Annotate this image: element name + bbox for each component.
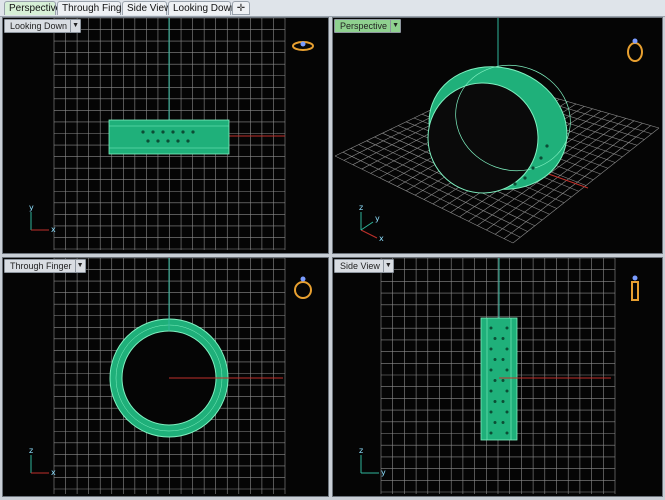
- plus-icon: ✛: [236, 3, 246, 14]
- axis-label-horizontal: x: [51, 225, 56, 234]
- chevron-down-icon[interactable]: ▼: [382, 260, 393, 272]
- through-finger-scene: z x: [29, 258, 312, 494]
- perspective-scene: z y x: [334, 18, 660, 244]
- add-tab-button[interactable]: ✛: [232, 1, 250, 15]
- axis-label-vertical: z: [359, 446, 363, 455]
- chevron-down-icon[interactable]: ▼: [74, 260, 85, 272]
- axis-label-vertical: y: [29, 203, 34, 212]
- viewport-label-text: Perspective: [340, 21, 388, 31]
- ring-top-view-icon: [292, 41, 314, 51]
- ring-side-view-icon: [631, 275, 639, 301]
- viewport-label-through-finger[interactable]: Through Finger ▼: [4, 259, 86, 273]
- tab-perspective[interactable]: Perspective: [4, 1, 61, 15]
- chevron-down-icon[interactable]: ▼: [390, 20, 400, 32]
- axis-label-vertical: z: [359, 203, 363, 212]
- axis-label-horizontal: x: [51, 468, 56, 477]
- viewport-perspective[interactable]: Perspective ▼ z y x: [332, 17, 663, 254]
- looking-down-scene: y x: [29, 18, 314, 250]
- axis-triad: y x: [29, 203, 56, 234]
- ring-band-side: [480, 317, 518, 441]
- axis-label-horizontal: x: [379, 234, 384, 243]
- side-view-scene: z y: [359, 258, 639, 494]
- ring-band-top: [108, 119, 230, 155]
- ring-perspective-icon: [627, 38, 643, 62]
- ring-front-view-icon: [294, 276, 312, 299]
- axis-triad: z y x: [359, 203, 384, 243]
- viewport-label-looking-down[interactable]: Looking Down ▼: [4, 19, 82, 33]
- viewport-through-finger[interactable]: Through Finger ▼ z x: [2, 257, 329, 497]
- viewport-label-perspective[interactable]: Perspective ▼: [334, 19, 402, 33]
- chevron-down-icon[interactable]: ▼: [70, 20, 80, 32]
- viewport-label-text: Through Finger: [10, 261, 72, 271]
- axis-triad: z x: [29, 446, 56, 477]
- viewport-label-text: Looking Down: [10, 21, 68, 31]
- axis-triad: z y: [359, 446, 386, 477]
- axis-label-horizontal: y: [381, 468, 386, 477]
- viewport-looking-down[interactable]: Looking Down ▼ y x: [2, 17, 329, 254]
- tab-looking-down[interactable]: Looking Down: [168, 1, 236, 15]
- tab-side-view[interactable]: Side View: [122, 1, 171, 15]
- viewport-tab-bar: Perspective Through Finger Side View Loo…: [0, 0, 665, 17]
- ring-band-perspective: [427, 64, 571, 194]
- viewport-label-side-view[interactable]: Side View ▼: [334, 259, 394, 273]
- viewport-side-view[interactable]: Side View ▼ z y: [332, 257, 663, 497]
- axis-label-depth: y: [375, 214, 380, 223]
- viewport-label-text: Side View: [340, 261, 380, 271]
- tab-through-finger[interactable]: Through Finger: [57, 1, 130, 15]
- axis-label-vertical: z: [29, 446, 33, 455]
